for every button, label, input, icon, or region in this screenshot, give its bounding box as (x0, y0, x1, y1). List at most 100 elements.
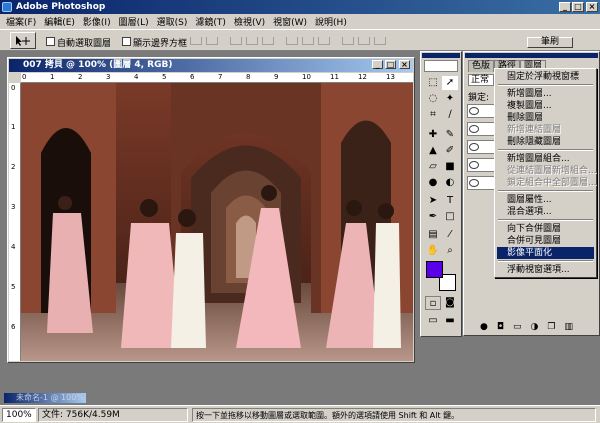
menu-view[interactable]: 檢視(V) (230, 15, 269, 28)
eye-icon[interactable] (469, 179, 479, 187)
show-bounding-box-checkbox[interactable] (122, 37, 131, 46)
layer-row[interactable] (467, 176, 497, 190)
standard-screen-mode-icon[interactable]: ▭ (425, 314, 441, 328)
menu-separator (498, 260, 593, 262)
adobe-online-icon[interactable] (424, 60, 458, 72)
context-menu-item[interactable]: 新增圖層組合... (497, 153, 594, 165)
eyedropper-tool-icon[interactable]: ⁄ (442, 228, 458, 242)
brush-tool-icon[interactable]: ✎ (442, 128, 458, 142)
doc-maximize-button[interactable]: □ (385, 60, 396, 69)
document-window[interactable]: 007 拷貝 @ 100% (圖層 4, RGB) _ □ × 0 1 2 3 … (7, 57, 415, 363)
eye-icon[interactable] (469, 107, 479, 115)
clone-stamp-tool-icon[interactable]: ▲ (425, 144, 441, 158)
layer-row[interactable] (467, 140, 497, 154)
context-menu-item[interactable]: 新增圖層... (497, 88, 594, 100)
eye-icon[interactable] (469, 125, 479, 133)
distribute-bottom-icon[interactable] (318, 37, 330, 45)
context-menu-item[interactable]: 刪除隱藏圖層 (497, 136, 594, 148)
distribute-right-icon[interactable] (374, 37, 386, 45)
menu-help[interactable]: 說明(H) (311, 15, 351, 28)
context-menu-item[interactable]: 刪除圖層 (497, 112, 594, 124)
maximize-button[interactable]: □ (572, 2, 584, 12)
zoom-tool-icon[interactable]: ⌕ (442, 244, 458, 258)
distribute-left-icon[interactable] (342, 37, 354, 45)
align-top-icon[interactable] (190, 37, 202, 45)
tab-brushes[interactable]: 筆刷 (527, 37, 573, 48)
menu-window[interactable]: 視窗(W) (269, 15, 311, 28)
adjustment-layer-icon[interactable]: ◑ (531, 322, 539, 334)
blend-mode-select[interactable]: 正常 (468, 74, 494, 86)
context-menu-item[interactable]: 浮動視窗選項... (497, 264, 594, 276)
dodge-tool-icon[interactable]: ◐ (442, 176, 458, 190)
toolbox-title-bar[interactable] (422, 53, 460, 58)
gradient-tool-icon[interactable]: ■ (442, 160, 458, 174)
menu-filter[interactable]: 濾鏡(T) (191, 15, 230, 28)
align-left-icon[interactable] (246, 37, 258, 45)
new-layer-icon[interactable]: ❐ (547, 322, 555, 334)
healing-brush-tool-icon[interactable]: ✚ (425, 128, 441, 142)
history-brush-tool-icon[interactable]: ✐ (442, 144, 458, 158)
doc-minimize-button[interactable]: _ (372, 60, 383, 69)
zoom-field[interactable]: 100% (2, 408, 36, 422)
layer-mask-icon[interactable]: ◘ (497, 322, 504, 334)
context-menu-item[interactable]: 複製圖層... (497, 100, 594, 112)
menu-image[interactable]: 影像(I) (79, 15, 115, 28)
align-vcenter-icon[interactable] (206, 37, 218, 45)
minimize-button[interactable]: _ (559, 2, 571, 12)
doc-size-field[interactable]: 文件: 756K/4.59M (38, 408, 188, 422)
vertical-ruler[interactable]: 0 1 2 3 4 5 6 (9, 83, 21, 361)
distribute-top-icon[interactable] (286, 37, 298, 45)
path-selection-tool-icon[interactable]: ➤ (425, 194, 441, 208)
distribute-vcenter-icon[interactable] (302, 37, 314, 45)
lasso-tool-icon[interactable]: ◌ (425, 92, 441, 106)
doc-close-button[interactable]: × (399, 60, 410, 69)
move-tool-preset-button[interactable] (10, 32, 36, 49)
layer-row[interactable] (467, 104, 497, 118)
eraser-tool-icon[interactable]: ▱ (425, 160, 441, 174)
tab-channels[interactable]: 色版 (468, 60, 495, 72)
layer-row[interactable] (467, 158, 497, 172)
context-menu-item[interactable]: 影像平面化 (497, 247, 594, 259)
new-set-icon[interactable]: ▭ (513, 322, 522, 334)
crop-tool-icon[interactable]: ⌗ (425, 108, 441, 122)
eye-icon[interactable] (469, 143, 479, 151)
align-hcenter-icon[interactable] (262, 37, 274, 45)
menu-edit[interactable]: 編輯(E) (40, 15, 79, 28)
ruler-tick: 3 (106, 73, 111, 81)
trash-icon[interactable]: ▥ (564, 322, 573, 334)
hand-tool-icon[interactable]: ✋ (425, 244, 441, 258)
layer-style-icon[interactable]: ● (480, 322, 488, 334)
context-menu-item[interactable]: 圖層屬性... (497, 194, 594, 206)
full-screen-mode-icon[interactable]: ▬ (442, 314, 458, 328)
menu-file[interactable]: 檔案(F) (2, 15, 40, 28)
slice-tool-icon[interactable]: ∕ (442, 108, 458, 122)
distribute-hcenter-icon[interactable] (358, 37, 370, 45)
close-button[interactable]: × (586, 2, 598, 12)
image-canvas[interactable] (21, 83, 413, 361)
type-tool-icon[interactable]: T (442, 194, 458, 208)
foreground-color-swatch[interactable] (426, 261, 443, 278)
pen-tool-icon[interactable]: ✒ (425, 210, 441, 224)
standard-mode-icon[interactable]: ▫ (425, 296, 441, 310)
context-menu-item[interactable]: 混合選項... (497, 206, 594, 218)
menu-select[interactable]: 選取(S) (153, 15, 192, 28)
auto-select-layer-checkbox[interactable] (46, 37, 55, 46)
context-menu-item[interactable]: 向下合併圖層 (497, 223, 594, 235)
menu-layer[interactable]: 圖層(L) (115, 15, 153, 28)
context-menu-item[interactable]: 固定於浮動視窗標 (497, 71, 594, 83)
magic-wand-tool-icon[interactable]: ✦ (442, 92, 458, 106)
notes-tool-icon[interactable]: ▤ (425, 228, 441, 242)
eye-icon[interactable] (469, 161, 479, 169)
palette-title-bar[interactable] (465, 53, 598, 58)
shape-tool-icon[interactable]: □ (442, 210, 458, 224)
blur-tool-icon[interactable]: ● (425, 176, 441, 190)
horizontal-ruler[interactable]: 0 1 2 3 4 5 6 7 8 9 10 11 12 13 (21, 73, 413, 83)
move-tool-icon[interactable]: ➚ (442, 76, 458, 90)
document-title-bar[interactable]: 007 拷貝 @ 100% (圖層 4, RGB) (9, 59, 413, 72)
layer-row[interactable] (467, 122, 497, 136)
context-menu-item[interactable]: 合併可見圖層 (497, 235, 594, 247)
marquee-tool-icon[interactable]: ⬚ (425, 76, 441, 90)
minimized-document-window[interactable]: 未命名-1 @ 100% (4, 393, 86, 403)
align-bottom-icon[interactable] (230, 37, 242, 45)
quick-mask-mode-icon[interactable]: ◙ (442, 296, 458, 310)
